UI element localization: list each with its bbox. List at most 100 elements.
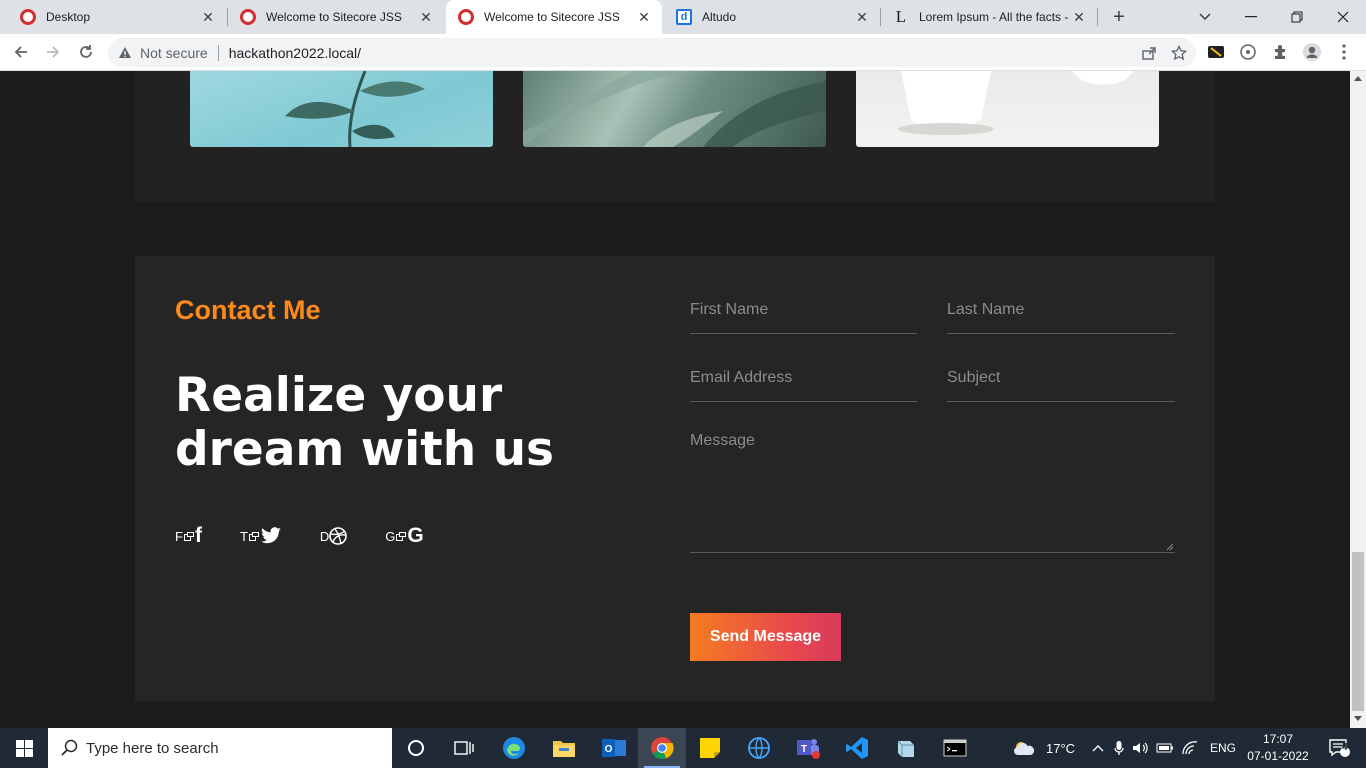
close-icon[interactable]: ✕ bbox=[200, 9, 216, 25]
extension-puzzle-dark-icon[interactable] bbox=[1203, 39, 1229, 65]
tab-lorem-ipsum[interactable]: L Lorem Ipsum - All the facts - ✕ bbox=[881, 0, 1097, 34]
tab-desktop[interactable]: Desktop ✕ bbox=[8, 0, 226, 34]
language-indicator[interactable]: ENG bbox=[1210, 741, 1236, 755]
volume-icon[interactable] bbox=[1132, 741, 1150, 755]
tab-title: Desktop bbox=[46, 10, 91, 24]
close-icon[interactable]: ✕ bbox=[418, 9, 434, 25]
last-name-input[interactable] bbox=[947, 301, 1175, 319]
vscode-icon[interactable] bbox=[833, 728, 881, 768]
clock-time: 17:07 bbox=[1262, 732, 1294, 746]
page-viewport: Contact Me Realize your dream with us F … bbox=[0, 71, 1350, 716]
cube-app-icon[interactable] bbox=[882, 728, 930, 768]
scroll-up-arrow-icon[interactable] bbox=[1354, 76, 1362, 81]
forward-icon[interactable] bbox=[40, 39, 66, 65]
menu-kebab-icon[interactable] bbox=[1331, 39, 1357, 65]
taskbar-clock[interactable]: 17:07 07-01-2022 bbox=[1240, 731, 1316, 765]
first-name-input[interactable] bbox=[690, 301, 917, 319]
weather-widget[interactable]: 17°C bbox=[1012, 728, 1075, 768]
gallery-image-succulent[interactable] bbox=[523, 71, 826, 147]
bookmark-star-icon[interactable] bbox=[1166, 40, 1192, 66]
taskbar-search[interactable]: Type here to search bbox=[48, 728, 392, 768]
address-bar[interactable]: Not secure hackathon2022.local/ bbox=[108, 38, 1196, 67]
resize-grip-icon[interactable] bbox=[1166, 543, 1174, 551]
weather-temperature: 17°C bbox=[1046, 740, 1076, 756]
security-indicator[interactable]: Not secure bbox=[118, 45, 208, 61]
outlook-icon[interactable]: O bbox=[590, 728, 638, 768]
new-tab-button[interactable]: + bbox=[1108, 7, 1130, 29]
windows-taskbar: Type here to search O T 17°C ENG 17:07 0… bbox=[0, 728, 1366, 768]
dribbble-link[interactable]: D bbox=[319, 524, 348, 548]
tab-sitecore-2-active[interactable]: Welcome to Sitecore JSS ✕ bbox=[446, 0, 662, 34]
url-text[interactable]: hackathon2022.local/ bbox=[229, 45, 1136, 61]
scroll-down-arrow-icon[interactable] bbox=[1354, 716, 1362, 721]
page-scrollbar[interactable] bbox=[1350, 71, 1366, 728]
external-link-icon bbox=[248, 531, 259, 541]
message-textarea[interactable] bbox=[690, 432, 1175, 542]
close-icon[interactable]: ✕ bbox=[636, 9, 652, 25]
twitter-icon bbox=[261, 527, 281, 544]
cortana-icon[interactable] bbox=[392, 728, 440, 768]
gallery-image-cups[interactable] bbox=[856, 71, 1159, 147]
extension-circle-icon[interactable] bbox=[1235, 39, 1261, 65]
twitter-fallback-label: T bbox=[239, 528, 248, 544]
contact-heading: Contact Me bbox=[175, 295, 321, 325]
twitter-link[interactable]: T bbox=[240, 524, 282, 548]
warning-icon bbox=[119, 47, 131, 58]
reload-icon[interactable] bbox=[73, 39, 99, 65]
dribbble-fallback-label: D bbox=[319, 528, 330, 544]
message-field[interactable] bbox=[690, 425, 1175, 553]
search-icon bbox=[61, 739, 78, 756]
email-field[interactable] bbox=[690, 362, 917, 402]
notification-center-icon[interactable]: 4 bbox=[1320, 728, 1360, 768]
tab-title: Altudo bbox=[702, 10, 737, 24]
wifi-icon[interactable] bbox=[1182, 741, 1198, 755]
tab-search-chevron-icon[interactable] bbox=[1192, 4, 1218, 30]
chevron-up-icon[interactable] bbox=[1092, 744, 1104, 752]
send-message-button[interactable]: Send Message bbox=[690, 613, 841, 661]
lipsum-icon: L bbox=[895, 7, 907, 26]
restore-icon[interactable] bbox=[1284, 4, 1310, 30]
dribbble-icon bbox=[329, 527, 348, 545]
first-name-field[interactable] bbox=[690, 294, 917, 334]
tab-sitecore-1[interactable]: Welcome to Sitecore JSS ✕ bbox=[228, 0, 444, 34]
scroll-thumb[interactable] bbox=[1352, 552, 1364, 711]
facebook-link[interactable]: F f bbox=[175, 524, 202, 548]
terminal-icon[interactable] bbox=[931, 728, 979, 768]
browser-tab-strip: Desktop ✕ Welcome to Sitecore JSS ✕ Welc… bbox=[0, 0, 1366, 34]
gallery-image-leaves[interactable] bbox=[190, 71, 493, 147]
chrome-icon[interactable] bbox=[638, 728, 686, 768]
tab-altudo[interactable]: d Altudo ✕ bbox=[664, 0, 880, 34]
svg-text:O: O bbox=[605, 744, 613, 755]
edge-icon[interactable] bbox=[490, 728, 538, 768]
task-view-icon[interactable] bbox=[440, 728, 488, 768]
last-name-field[interactable] bbox=[947, 294, 1175, 334]
windows-start-icon[interactable] bbox=[0, 728, 48, 768]
google-link[interactable]: G G bbox=[385, 524, 423, 548]
external-link-icon bbox=[396, 531, 407, 541]
file-explorer-icon[interactable] bbox=[540, 728, 588, 768]
sticky-notes-icon[interactable] bbox=[686, 728, 734, 768]
svg-text:T: T bbox=[801, 744, 807, 755]
teams-icon[interactable]: T bbox=[784, 728, 832, 768]
notification-count: 4 bbox=[1342, 742, 1348, 753]
weather-cloud-icon bbox=[1014, 742, 1035, 755]
close-icon[interactable]: ✕ bbox=[1071, 9, 1087, 25]
google-fallback-label: G bbox=[385, 528, 396, 544]
extensions-puzzle-icon[interactable] bbox=[1267, 39, 1293, 65]
subject-input[interactable] bbox=[947, 369, 1175, 387]
minimize-icon[interactable] bbox=[1238, 4, 1264, 30]
share-icon[interactable] bbox=[1136, 40, 1162, 66]
globe-app-icon[interactable] bbox=[735, 728, 783, 768]
social-links: F f T D G G bbox=[175, 524, 462, 548]
microphone-icon[interactable] bbox=[1114, 740, 1124, 756]
contact-section: Contact Me Realize your dream with us F … bbox=[135, 256, 1215, 701]
close-window-icon[interactable] bbox=[1330, 4, 1356, 30]
back-icon[interactable] bbox=[8, 39, 34, 65]
system-tray: ENG bbox=[1090, 728, 1236, 768]
profile-avatar-icon[interactable] bbox=[1299, 39, 1325, 65]
battery-icon[interactable] bbox=[1156, 742, 1174, 754]
email-input[interactable] bbox=[690, 369, 917, 387]
subject-field[interactable] bbox=[947, 362, 1175, 402]
close-icon[interactable]: ✕ bbox=[854, 9, 870, 25]
opera-icon bbox=[20, 9, 36, 25]
